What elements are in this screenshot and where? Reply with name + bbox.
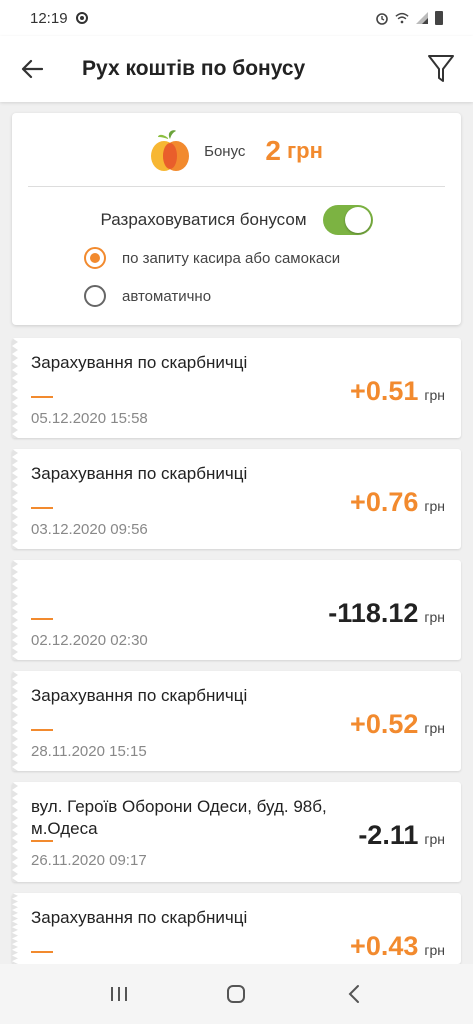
home-button[interactable] (216, 974, 256, 1014)
pay-with-bonus-toggle[interactable] (322, 205, 373, 235)
status-icons (375, 11, 443, 25)
filter-icon (428, 55, 454, 82)
amount-unit: грн (424, 498, 445, 514)
transaction-date: 02.12.2020 02:30 (31, 632, 148, 649)
bonus-summary: Бонус 2 грн (12, 125, 461, 177)
transaction-date: 28.11.2020 15:15 (31, 743, 147, 760)
wifi-icon (395, 12, 409, 24)
filter-button[interactable] (409, 36, 473, 102)
radio-button[interactable] (84, 247, 106, 269)
transaction-amount: -118.12 грн (328, 598, 445, 629)
transaction-dash (31, 729, 53, 731)
transaction-date: 03.12.2020 09:56 (31, 521, 148, 538)
transaction-title: Зарахування по скарбничці (31, 686, 248, 705)
signal-icon (416, 12, 428, 24)
option-label: по запиту касира або самокаси (122, 249, 341, 267)
transaction-amount: +0.43 грн (350, 931, 445, 962)
transaction-item[interactable]: вул. Героїв Оборони Одеси, буд. 98б, м.О… (12, 782, 461, 882)
pay-with-bonus-row: Разраховуватися бонусом (12, 205, 461, 235)
receipt-edge (12, 782, 18, 882)
bonus-value: 2 (265, 135, 281, 166)
notification-icon (75, 12, 88, 24)
transaction-amount: +0.51 грн (350, 376, 445, 407)
receipt-edge (12, 338, 18, 438)
battery-icon (435, 11, 443, 25)
home-icon (227, 985, 246, 1003)
toggle-knob (344, 207, 371, 233)
amount-value: +0.52 (350, 709, 419, 739)
transaction-dash (31, 396, 53, 398)
radio-button[interactable] (84, 285, 106, 307)
back-arrow-icon (21, 59, 43, 79)
option-automatic[interactable]: автоматично (84, 285, 211, 307)
page-title: Рух коштів по бонусу (82, 57, 306, 80)
back-nav-icon (348, 985, 360, 1003)
transaction-date: 05.12.2020 15:58 (31, 410, 148, 427)
amount-unit: грн (424, 720, 445, 736)
transaction-date: 26.11.2020 09:17 (31, 852, 147, 869)
receipt-edge (12, 671, 18, 771)
status-time: 12:19 (30, 9, 68, 27)
transaction-item[interactable]: 02.12.2020 02:30 -118.12 грн (12, 560, 461, 660)
receipt-edge (12, 893, 18, 964)
receipt-edge (12, 449, 18, 549)
transaction-dash (31, 840, 53, 842)
amount-unit: грн (424, 831, 445, 847)
bonus-card: Бонус 2 грн Разраховуватися бонусом по з… (12, 113, 461, 325)
system-nav-bar (0, 964, 473, 1024)
transaction-dash (31, 618, 53, 620)
transaction-amount: -2.11 грн (358, 820, 445, 851)
alarm-icon (376, 13, 388, 25)
transaction-item[interactable]: Зарахування по скарбничці 05.12.2020 15:… (12, 338, 461, 438)
transaction-dash (31, 951, 53, 953)
fruit-logo-icon (151, 130, 190, 171)
bonus-label: Бонус (204, 142, 246, 160)
transaction-item[interactable]: Зарахування по скарбничці 28.11.2020 15:… (12, 671, 461, 771)
recent-apps-icon (110, 987, 127, 1001)
recent-apps-button[interactable] (99, 974, 139, 1014)
option-label: автоматично (122, 287, 212, 305)
amount-value: -118.12 (328, 598, 419, 628)
amount-value: +0.51 (350, 376, 419, 406)
transaction-amount: +0.52 грн (350, 709, 445, 740)
amount-value: -2.11 (358, 820, 419, 850)
amount-unit: грн (424, 387, 445, 403)
transaction-item[interactable]: Зарахування по скарбничці +0.43 грн (12, 893, 461, 964)
status-bar: 12:19 (0, 0, 473, 36)
transaction-title: Зарахування по скарбничці (31, 353, 248, 372)
amount-unit: грн (424, 942, 445, 958)
back-nav-button[interactable] (334, 974, 374, 1014)
transaction-item[interactable]: Зарахування по скарбничці 03.12.2020 09:… (12, 449, 461, 549)
amount-value: +0.76 (350, 487, 419, 517)
app-bar: Рух коштів по бонусу (0, 36, 473, 102)
amount-unit: грн (424, 609, 445, 625)
amount-value: +0.43 (350, 931, 419, 961)
back-button[interactable] (0, 36, 64, 102)
transaction-dash (31, 507, 53, 509)
option-cashier-request[interactable]: по запиту касира або самокаси (84, 247, 340, 269)
transaction-title: вул. Героїв Оборони Одеси, буд. 98б, м.О… (31, 797, 327, 838)
transaction-title: Зарахування по скарбничці (31, 908, 248, 927)
divider (28, 186, 445, 187)
transaction-title: Зарахування по скарбничці (31, 464, 248, 483)
transaction-amount: +0.76 грн (350, 487, 445, 518)
toggle-label: Разраховуватися бонусом (100, 210, 307, 229)
receipt-edge (12, 560, 18, 660)
bonus-unit: грн (287, 138, 323, 163)
